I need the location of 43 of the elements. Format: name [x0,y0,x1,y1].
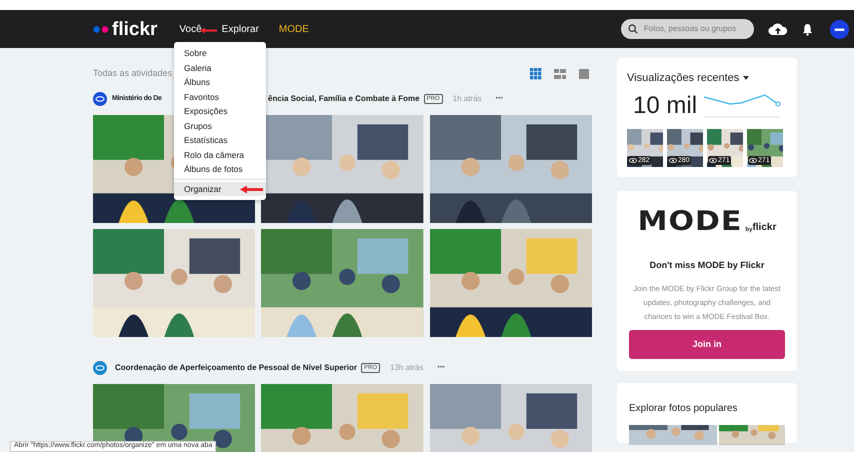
menu-item[interactable]: Sobre [174,46,266,60]
menu-item[interactable]: Grupos [174,118,266,133]
join-button[interactable]: Join in [629,330,785,359]
logo-brand-text: flickr [752,220,776,234]
search-input[interactable]: Fotos, pessoas ou grupos [644,23,749,35]
eye-icon [669,158,677,162]
eye-icon [709,158,717,162]
menu-item[interactable]: Álbuns de fotos [174,162,266,176]
menu-item[interactable]: Estatísticas [174,133,266,148]
feed-title: Todas as atividades [93,67,172,80]
card-title[interactable]: Visualizações recentes [627,70,740,86]
avatar-icon[interactable] [830,20,849,38]
nav-link[interactable]: MODE [278,22,309,36]
avatar-icon[interactable] [93,92,107,106]
logo-text[interactable]: flickr [112,20,158,38]
author-name[interactable]: ência Social, Família e Combate à Fome [268,93,420,105]
search-icon [628,24,638,34]
caret-icon[interactable] [743,76,750,80]
eye-icon [749,158,757,162]
card-heading: Don't miss MODE by Flickr [650,258,764,272]
eye-icon [629,158,637,162]
bell-icon[interactable] [802,22,813,36]
grid-view-icon[interactable] [530,68,542,80]
menu-item[interactable]: Favoritos [174,90,266,104]
author-name[interactable]: Coordenação de Aperfeiçoamento de Pessoal de Nível Superior [115,362,357,374]
post-time: 1h atrás [452,93,482,105]
search-bar[interactable]: Fotos, pessoas ou grupos [620,19,754,39]
nav-link[interactable]: Explorar [222,22,259,36]
post-time: 13h atrás [390,362,424,374]
logo-dots-icon [93,26,109,32]
layout-view-icon[interactable] [554,68,566,80]
square-view-icon[interactable] [578,68,590,80]
arrow-icon [240,184,263,195]
cloud-upload-icon[interactable] [768,22,788,36]
views-total: 10 mil [633,90,698,120]
mode-logo: MODE [638,210,742,234]
menu-item[interactable]: Rolo da câmera [174,148,266,162]
menu-item[interactable]: Galeria [174,60,266,75]
card-title: Explorar fotos populares [629,403,738,414]
menu-item[interactable]: Exposições [174,104,266,118]
nav-link[interactable]: Você [179,22,202,36]
menu-item[interactable]: Álbuns [174,75,266,90]
menu-item[interactable]: Organizar [174,182,266,196]
